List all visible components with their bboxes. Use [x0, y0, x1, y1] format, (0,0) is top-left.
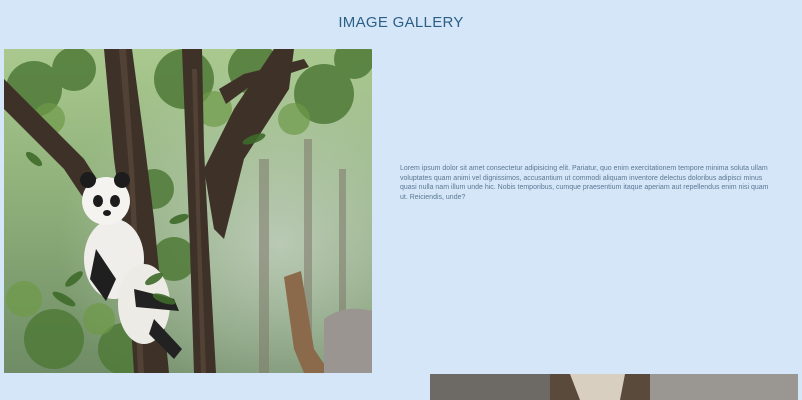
second-gallery-image	[430, 374, 798, 400]
image-description: Lorem ipsum dolor sit amet consectetur a…	[400, 165, 769, 201]
gallery-page: IMAGE GALLERY Lorem ipsum dolor sit amet…	[0, 0, 802, 400]
page-title: IMAGE GALLERY	[338, 14, 464, 31]
panda-image	[4, 49, 372, 373]
